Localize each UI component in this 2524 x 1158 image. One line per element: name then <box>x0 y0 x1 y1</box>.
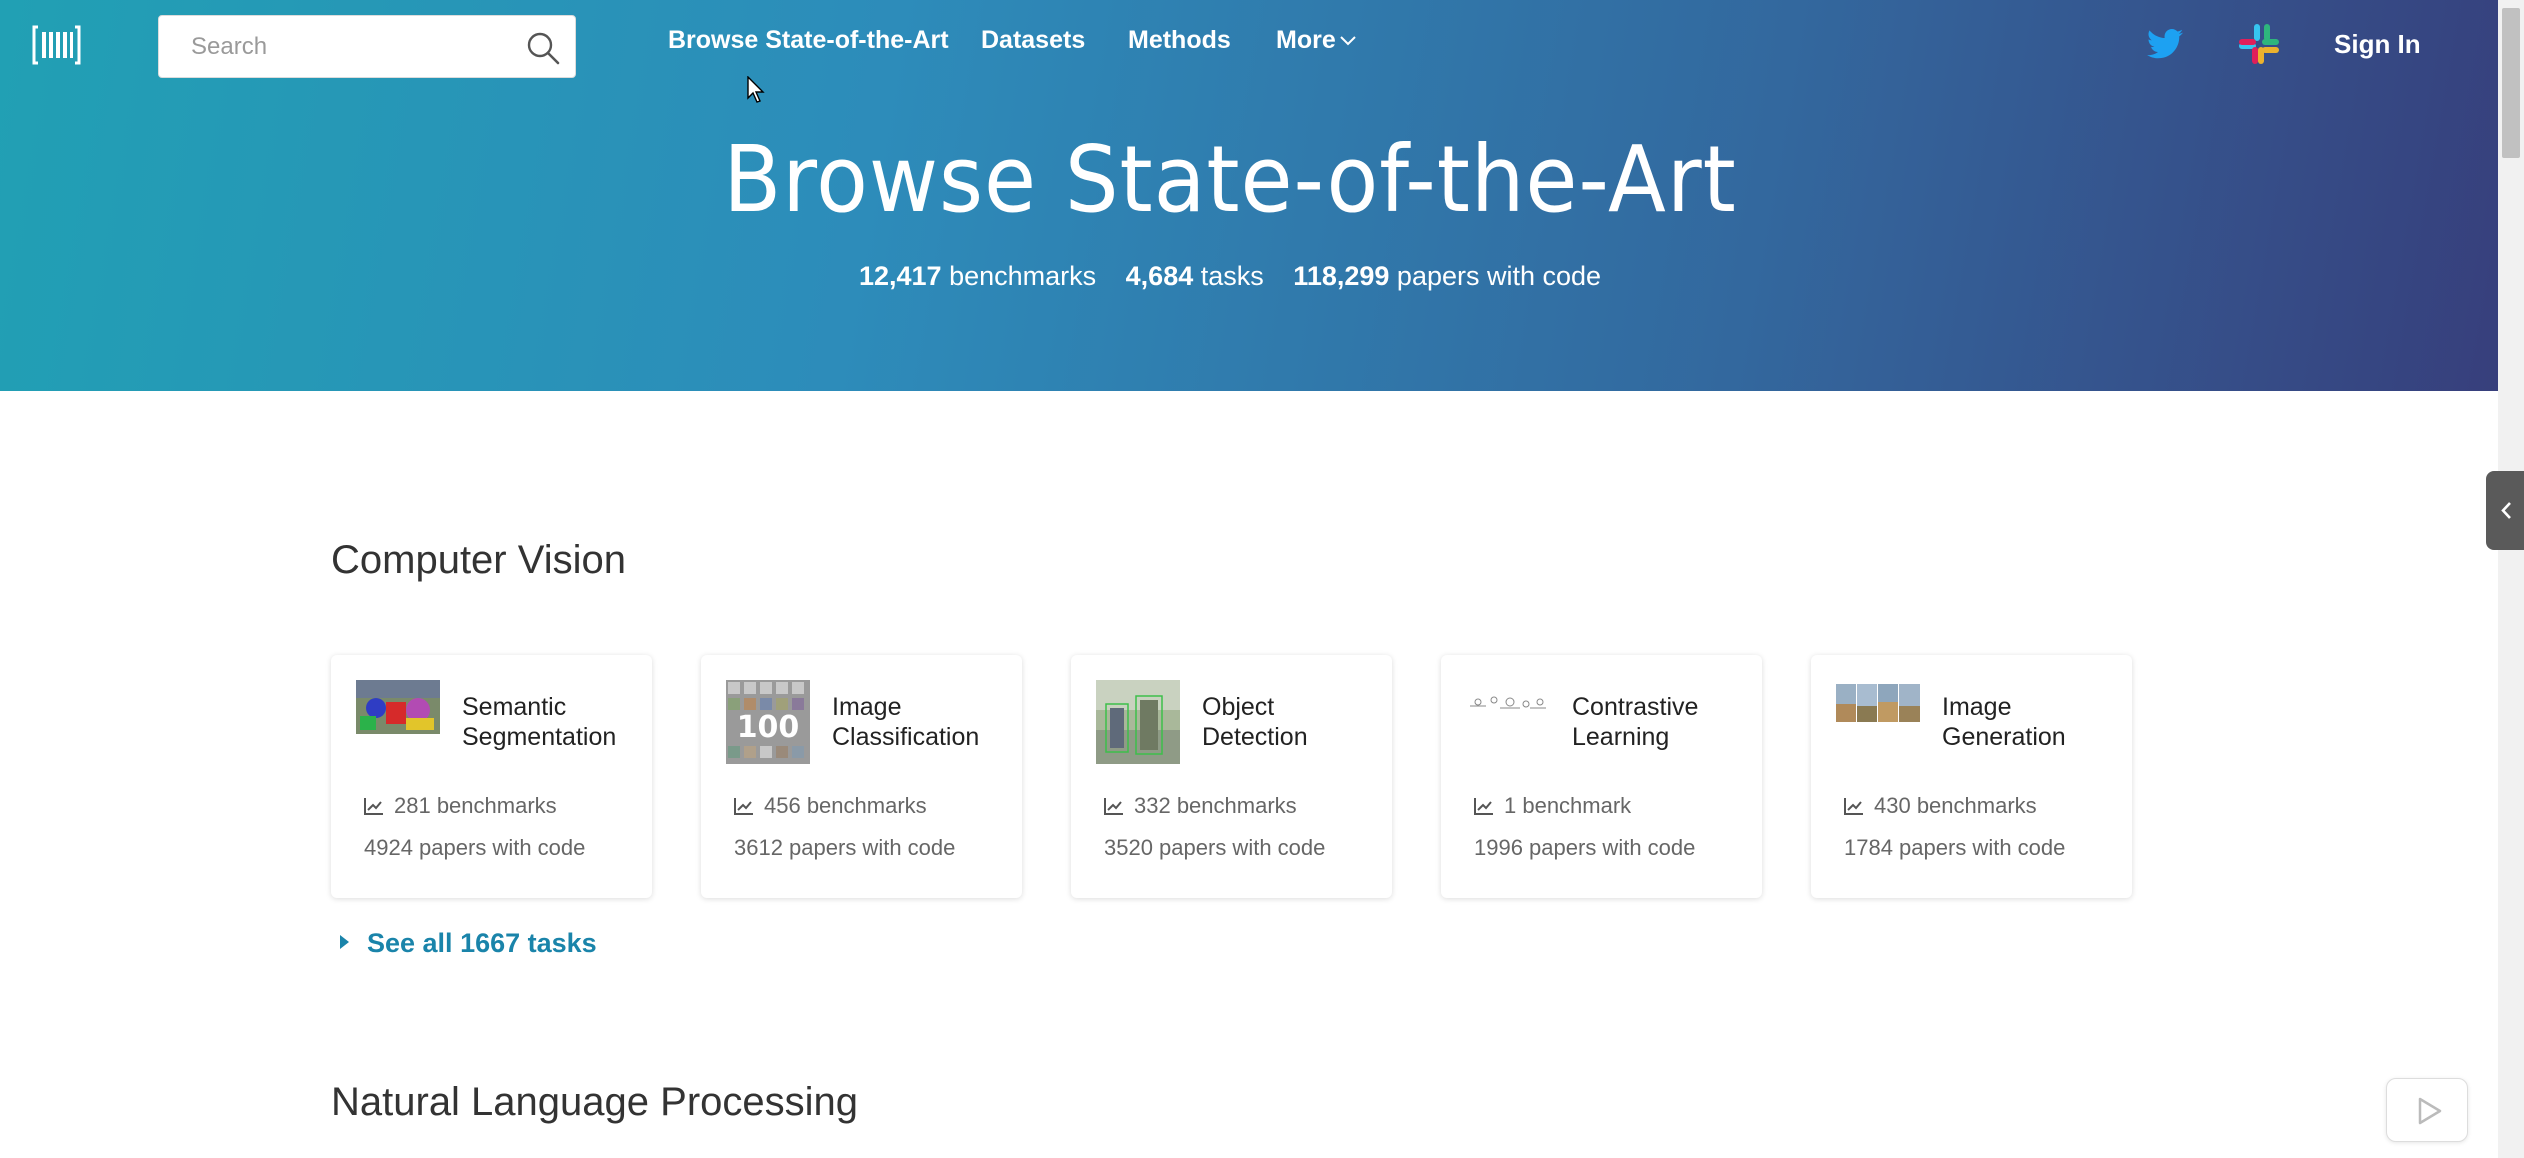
papers-count: 3520 papers with code <box>1104 835 1326 860</box>
caret-right-icon <box>340 935 349 949</box>
stat-papers: 118,299 papers with code <box>1293 261 1602 291</box>
nav-datasets[interactable]: Datasets <box>981 26 1085 60</box>
task-title[interactable]: Semantic Segmentation <box>462 692 642 752</box>
papers-count: 4924 papers with code <box>364 835 586 860</box>
stat-benchmarks: 12,417 benchmarks <box>858 261 1097 291</box>
chevron-left-icon <box>2501 502 2511 519</box>
task-card-image-generation[interactable]: Image Generation 430 benchmarks 1784 pap… <box>1811 655 2132 898</box>
task-card-semantic-segmentation[interactable]: Semantic Segmentation 281 benchmarks 492… <box>331 655 652 898</box>
nav-more-label: More <box>1276 26 1336 54</box>
slack-icon[interactable] <box>2237 22 2281 66</box>
task-card-contrastive-learning[interactable]: Contrastive Learning 1 benchmark 1996 pa… <box>1441 655 1762 898</box>
stat-tasks: 4,684 tasks <box>1125 261 1264 291</box>
task-thumbnail: 100 <box>726 680 810 764</box>
chart-line-icon <box>1474 798 1493 815</box>
task-card-object-detection[interactable]: Object Detection 332 benchmarks 3520 pap… <box>1071 655 1392 898</box>
benchmark-count: 456 benchmarks <box>734 793 927 819</box>
page-title: Browse State-of-the-Art <box>723 126 1737 233</box>
chart-line-icon <box>1844 798 1863 815</box>
search-icon[interactable] <box>525 30 561 66</box>
task-card-image-classification[interactable]: 100 Image Classification 456 benchmarks … <box>701 655 1022 898</box>
task-thumbnail <box>356 680 440 764</box>
side-panel-toggle[interactable] <box>2486 471 2524 550</box>
section-title-nlp[interactable]: Natural Language Processing <box>331 1080 858 1125</box>
papers-count: 3612 papers with code <box>734 835 956 860</box>
nav-browse-sota[interactable]: Browse State-of-the-Art <box>668 26 949 60</box>
video-play-button[interactable] <box>2386 1078 2468 1142</box>
task-title[interactable]: Image Generation <box>1942 692 2122 752</box>
hero-stats: 12,417 benchmarks 4,684 tasks 118,299 pa… <box>0 261 2460 292</box>
task-title[interactable]: Object Detection <box>1202 692 1382 752</box>
nav-methods[interactable]: Methods <box>1128 26 1231 60</box>
section-title-computer-vision[interactable]: Computer Vision <box>331 538 626 583</box>
benchmark-count: 332 benchmarks <box>1104 793 1297 819</box>
search-box <box>158 15 576 78</box>
sign-in-link[interactable]: Sign In <box>2334 29 2421 60</box>
site-logo[interactable] <box>32 24 81 66</box>
task-thumbnail <box>1836 680 1920 764</box>
mouse-cursor-icon <box>747 76 765 103</box>
twitter-icon[interactable] <box>2147 28 2183 60</box>
svg-text:100: 100 <box>737 710 800 745</box>
chart-line-icon <box>734 798 753 815</box>
papers-count: 1996 papers with code <box>1474 835 1696 860</box>
chart-line-icon <box>364 798 383 815</box>
task-title[interactable]: Contrastive Learning <box>1572 692 1752 752</box>
scrollbar-track[interactable] <box>2498 0 2524 1158</box>
task-title[interactable]: Image Classification <box>832 692 1012 752</box>
papers-count: 1784 papers with code <box>1844 835 2066 860</box>
task-thumbnail <box>1466 680 1550 764</box>
scrollbar-thumb[interactable] <box>2502 8 2520 158</box>
task-thumbnail <box>1096 680 1180 764</box>
see-all-tasks-link[interactable]: See all 1667 tasks <box>340 928 597 959</box>
benchmark-count: 430 benchmarks <box>1844 793 2037 819</box>
benchmark-count: 1 benchmark <box>1474 793 1631 819</box>
play-icon <box>2418 1097 2442 1125</box>
nav-more[interactable]: More <box>1276 26 1356 60</box>
benchmark-count: 281 benchmarks <box>364 793 557 819</box>
chevron-down-icon <box>1340 36 1356 46</box>
search-input[interactable] <box>191 16 521 77</box>
chart-line-icon <box>1104 798 1123 815</box>
hero-banner: Browse State-of-the-Art Datasets Methods… <box>0 0 2498 391</box>
